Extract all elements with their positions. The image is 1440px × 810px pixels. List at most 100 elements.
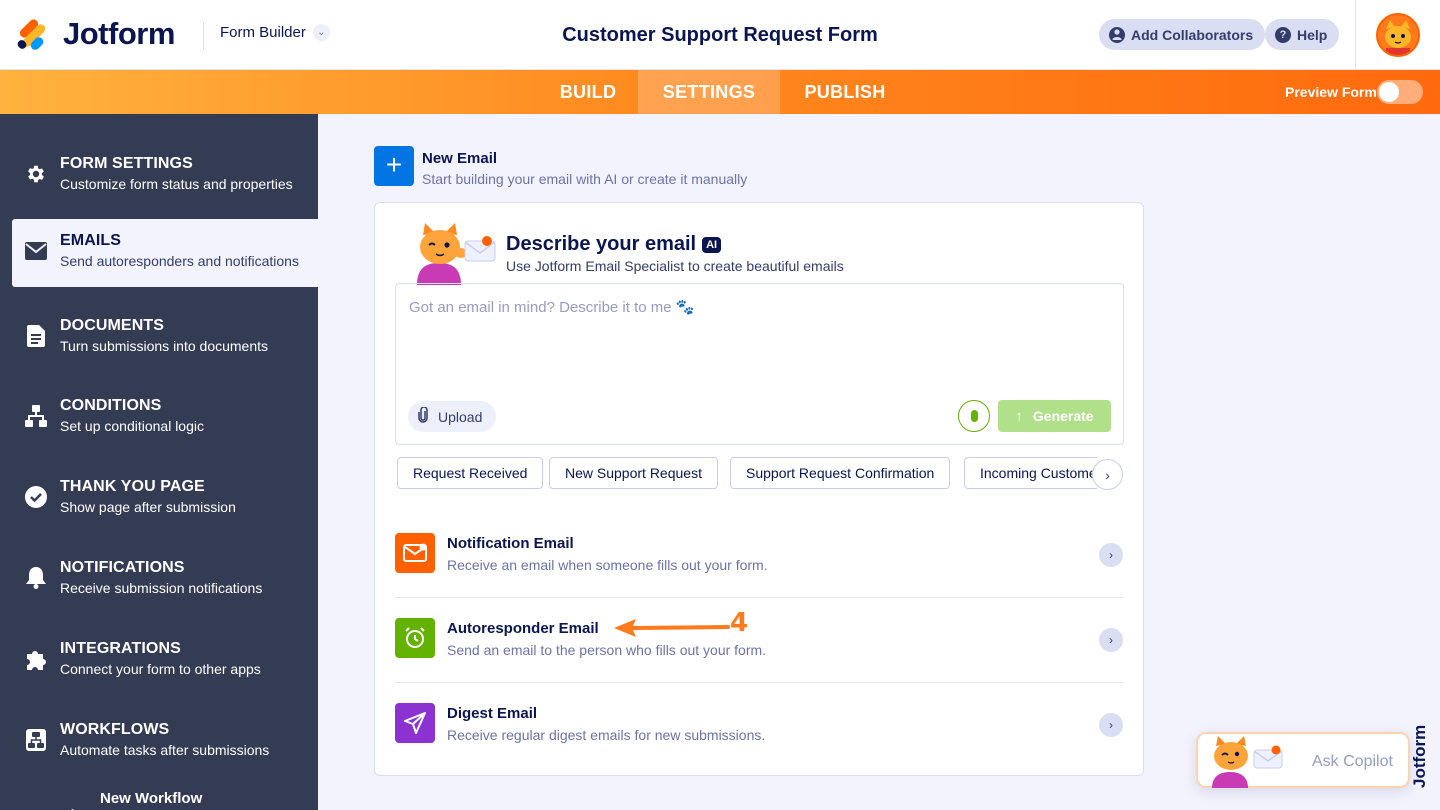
new-email-title: New Email bbox=[422, 150, 498, 167]
preview-form-toggle[interactable] bbox=[1377, 80, 1423, 104]
cat-avatar-icon bbox=[1378, 15, 1418, 55]
sidebar-item-title: THANK YOU PAGE bbox=[60, 478, 205, 495]
plus-icon: + bbox=[66, 802, 79, 810]
tab-publish[interactable]: PUBLISH bbox=[780, 70, 910, 114]
alarm-clock-icon bbox=[395, 618, 435, 658]
add-collaborators-button[interactable]: Add Collaborators bbox=[1099, 19, 1266, 50]
new-email-subtitle: Start building your email with AI or cre… bbox=[422, 171, 748, 187]
textarea-placeholder: Got an email in mind? Describe it to me … bbox=[409, 299, 695, 316]
sidebar-item-form-settings[interactable]: FORM SETTINGS Customize form status and … bbox=[12, 142, 318, 210]
cat-mascot-icon bbox=[1212, 736, 1283, 788]
annotation-step-number: 4 bbox=[730, 608, 749, 638]
ai-badge: AI bbox=[702, 236, 722, 253]
sidebar-item-workflows[interactable]: WORKFLOWS Automate tasks after submissio… bbox=[12, 708, 318, 776]
header-divider-right bbox=[1355, 0, 1356, 70]
cat-mascot-icon bbox=[409, 223, 499, 285]
help-label: Help bbox=[1297, 26, 1328, 43]
sidebar-item-conditions[interactable]: CONDITIONS Set up conditional logic bbox=[12, 384, 318, 452]
sidebar-item-subtitle: Customize form status and properties bbox=[60, 176, 293, 192]
sidebar-item-title: FORM SETTINGS bbox=[60, 155, 193, 172]
notification-envelope-icon bbox=[395, 533, 435, 573]
help-button[interactable]: ? Help bbox=[1265, 19, 1340, 50]
sidebar-item-subtitle: Connect your form to other apps bbox=[60, 661, 261, 677]
sidebar-item-documents[interactable]: DOCUMENTS Turn submissions into document… bbox=[12, 304, 318, 372]
sidebar-item-subtitle: Set up conditional logic bbox=[60, 418, 204, 434]
new-workflow-label: New Workflow bbox=[100, 790, 203, 807]
chevron-right-icon[interactable]: › bbox=[1099, 543, 1123, 567]
sidebar-item-subtitle: Turn submissions into documents bbox=[60, 338, 269, 354]
sidebar-item-title: INTEGRATIONS bbox=[60, 640, 181, 657]
plus-icon[interactable]: + bbox=[374, 146, 414, 186]
tab-build[interactable]: BUILD bbox=[538, 70, 638, 114]
generate-label: Generate bbox=[1032, 408, 1094, 424]
form-builder-dropdown[interactable]: Form Builder ⌄ bbox=[220, 24, 330, 41]
form-builder-label: Form Builder bbox=[220, 24, 306, 41]
suggestion-chip[interactable]: Incoming Customer Request bbox=[964, 457, 1097, 489]
top-header: Jotform Form Builder ⌄ Customer Support … bbox=[0, 0, 1440, 70]
email-type-subtitle: Receive an email when someone fills out … bbox=[447, 557, 768, 573]
suggestion-chip[interactable]: New Support Request bbox=[549, 457, 718, 489]
digest-email-option[interactable]: Digest Email Receive regular digest emai… bbox=[395, 683, 1124, 768]
sidebar-item-integrations[interactable]: INTEGRATIONS Connect your form to other … bbox=[12, 627, 318, 695]
preview-form-label: Preview Form bbox=[1285, 84, 1377, 100]
paper-plane-icon bbox=[395, 703, 435, 743]
jotform-badge-text: Jotform bbox=[1410, 724, 1429, 788]
conditions-icon bbox=[24, 404, 48, 428]
sidebar-item-notifications[interactable]: NOTIFICATIONS Receive submission notific… bbox=[12, 546, 318, 614]
chevron-right-icon[interactable]: › bbox=[1099, 713, 1123, 737]
user-avatar[interactable] bbox=[1376, 13, 1420, 57]
user-icon bbox=[1109, 26, 1125, 43]
ask-copilot-button[interactable]: Ask Copilot bbox=[1196, 732, 1410, 788]
sidebar-item-title: WORKFLOWS bbox=[60, 721, 170, 738]
email-type-title: Digest Email bbox=[447, 705, 538, 722]
notification-email-option[interactable]: Notification Email Receive an email when… bbox=[395, 513, 1124, 598]
sidebar-item-subtitle: Show page after submission bbox=[60, 499, 236, 515]
email-builder-card: Describe your email AI Use Jotform Email… bbox=[374, 202, 1144, 776]
paperclip-icon bbox=[418, 405, 428, 427]
form-title[interactable]: Customer Support Request Form bbox=[520, 24, 920, 47]
puzzle-icon bbox=[24, 647, 48, 671]
describe-email-heading: Describe your email AI bbox=[506, 233, 722, 256]
chevron-right-icon[interactable]: › bbox=[1099, 628, 1123, 652]
suggestion-chips: Request Received New Support Request Sup… bbox=[395, 457, 1097, 491]
sidebar-item-thank-you-page[interactable]: THANK YOU PAGE Show page after submissio… bbox=[12, 465, 318, 533]
sidebar-item-title: EMAILS bbox=[60, 232, 122, 249]
upload-label: Upload bbox=[438, 408, 483, 425]
jotform-side-badge[interactable]: Jotform bbox=[1410, 690, 1438, 790]
describe-email-subtitle: Use Jotform Email Specialist to create b… bbox=[506, 258, 844, 274]
document-icon bbox=[24, 324, 48, 348]
jotform-logo-icon bbox=[15, 17, 50, 52]
suggestion-chip[interactable]: Request Received bbox=[397, 457, 544, 489]
sidebar-item-emails[interactable]: EMAILS Send autoresponders and notificat… bbox=[12, 219, 318, 287]
arrow-up-icon: ↑ bbox=[1015, 407, 1023, 425]
jotform-logo[interactable]: Jotform bbox=[15, 16, 175, 52]
tab-settings[interactable]: SETTINGS bbox=[638, 70, 780, 114]
suggestion-chip[interactable]: Support Request Confirmation bbox=[730, 457, 951, 489]
workflow-icon bbox=[24, 728, 48, 752]
email-type-subtitle: Receive regular digest emails for new su… bbox=[447, 727, 766, 743]
bell-icon bbox=[24, 566, 48, 590]
sidebar-item-subtitle: Send autoresponders and notifications bbox=[60, 253, 299, 269]
sidebar-item-title: CONDITIONS bbox=[60, 397, 162, 414]
sidebar-item-subtitle: Receive submission notifications bbox=[60, 580, 263, 596]
builder-nav-bar: BUILD SETTINGS PUBLISH Preview Form bbox=[0, 70, 1440, 114]
envelope-icon bbox=[24, 239, 48, 263]
question-icon: ? bbox=[1275, 26, 1291, 43]
header-divider bbox=[203, 22, 204, 50]
describe-email-textarea[interactable]: Got an email in mind? Describe it to me … bbox=[395, 283, 1124, 445]
gear-icon bbox=[24, 162, 48, 186]
upload-button[interactable]: Upload bbox=[408, 401, 497, 432]
email-type-title: Notification Email bbox=[447, 535, 574, 552]
toggle-knob bbox=[1379, 82, 1399, 102]
generate-button[interactable]: ↑ Generate bbox=[998, 400, 1111, 432]
logo-text: Jotform bbox=[63, 16, 175, 51]
ask-copilot-label: Ask Copilot bbox=[1312, 753, 1393, 770]
sidebar-item-subtitle: Automate tasks after submissions bbox=[60, 742, 270, 758]
microphone-icon[interactable] bbox=[958, 400, 990, 432]
sidebar-item-title: NOTIFICATIONS bbox=[60, 559, 185, 576]
add-collaborators-label: Add Collaborators bbox=[1131, 26, 1254, 43]
chevron-right-icon[interactable]: › bbox=[1092, 459, 1123, 490]
sidebar-item-title: DOCUMENTS bbox=[60, 317, 165, 334]
describe-email-title: Describe your email bbox=[506, 233, 697, 255]
check-circle-icon bbox=[24, 485, 48, 509]
